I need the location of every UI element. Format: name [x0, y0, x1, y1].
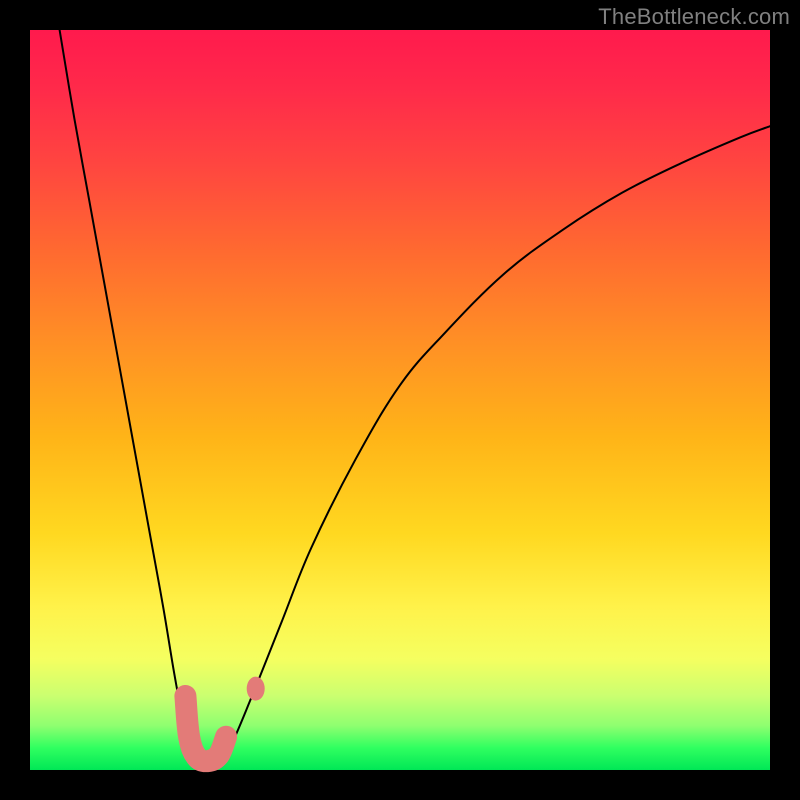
- curve-left-branch: [60, 30, 215, 769]
- chart-plot-area: [30, 30, 770, 770]
- chart-svg: [30, 30, 770, 770]
- chart-frame: TheBottleneck.com: [0, 0, 800, 800]
- curve-right-branch: [215, 126, 770, 768]
- marker-right-dot: [247, 677, 265, 701]
- attribution-label: TheBottleneck.com: [598, 4, 790, 30]
- marker-left-hook: [185, 696, 226, 761]
